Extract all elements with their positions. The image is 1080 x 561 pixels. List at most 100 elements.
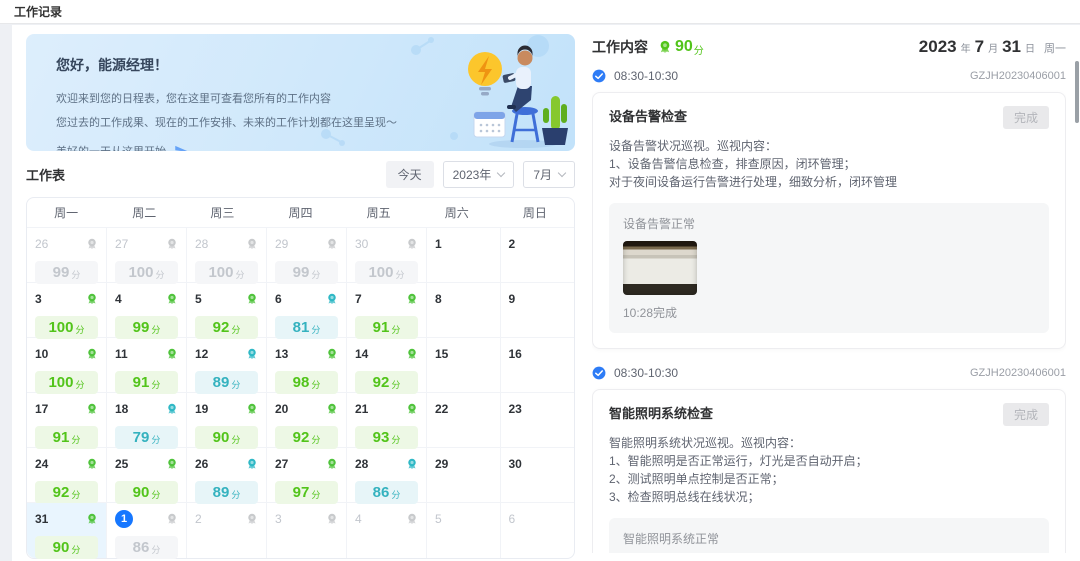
task-time: 08:30-10:30	[614, 366, 678, 380]
calendar-day-cell[interactable]: 30	[501, 448, 575, 503]
date-day-label: 日	[1025, 40, 1035, 55]
date-day: 31	[1002, 37, 1021, 57]
calendar-day-cell[interactable]: 17 91分	[27, 393, 107, 448]
calendar-day-cell[interactable]: 16	[501, 338, 575, 393]
calendar-day-cell[interactable]: 22	[427, 393, 501, 448]
day-number: 4	[115, 292, 122, 306]
day-number: 26	[195, 457, 208, 471]
medal-icon	[86, 293, 98, 305]
calendar-day-cell[interactable]: 14 92分	[347, 338, 427, 393]
score-badge: 97分	[275, 481, 338, 504]
month-select[interactable]: 7月	[523, 161, 575, 188]
task-result-box: 设备告警正常10:28完成	[609, 203, 1049, 333]
medal-icon	[86, 238, 98, 250]
scrollbar-thumb[interactable]	[1075, 61, 1079, 123]
description-line: 1、设备告警信息检查，排查原因，闭环管理；	[609, 155, 1049, 173]
medal-icon	[326, 293, 338, 305]
score-value: 98	[293, 374, 310, 391]
calendar-day-cell[interactable]: 3 100分	[27, 283, 107, 338]
medal-icon	[326, 238, 338, 250]
day-number: 20	[275, 402, 288, 416]
task-description: 智能照明系统状况巡视。巡视内容：1、智能照明是否正常运行，灯光是否自动开启；2、…	[609, 434, 1049, 506]
medal-icon	[86, 403, 98, 415]
day-number: 1	[435, 237, 442, 251]
score-badge: 90分	[115, 481, 178, 504]
score-badge: 99分	[35, 261, 98, 284]
medal-icon	[166, 238, 178, 250]
medal-icon	[326, 458, 338, 470]
result-photo-thumbnail[interactable]	[623, 241, 697, 295]
calendar-day-cell[interactable]: 6	[501, 503, 575, 558]
weekday-label: 周三	[183, 204, 261, 221]
calendar-day-cell[interactable]: 29	[427, 448, 501, 503]
calendar-day-cell[interactable]: 4	[347, 503, 427, 558]
day-number: 29	[275, 237, 288, 251]
calendar-day-cell[interactable]: 23	[501, 393, 575, 448]
medal-icon	[326, 348, 338, 360]
calendar-day-cell[interactable]: 1	[427, 228, 501, 283]
result-label: 设备告警正常	[623, 215, 1035, 232]
task-list: 08:30-10:30GZJH20230406001设备告警检查完成设备告警状况…	[592, 69, 1066, 553]
calendar-day-cell[interactable]: 5	[427, 503, 501, 558]
calendar-day-cell[interactable]: 29 99分	[267, 228, 347, 283]
score-suffix: 分	[76, 323, 85, 336]
score-value: 99	[133, 319, 150, 336]
medal-icon	[406, 513, 418, 525]
calendar-day-cell[interactable]: 15	[427, 338, 501, 393]
calendar-day-cell[interactable]: 26 89分	[187, 448, 267, 503]
calendar-day-cell[interactable]: 5 92分	[187, 283, 267, 338]
status-badge: 完成	[1003, 403, 1049, 426]
calendar-day-cell[interactable]: 7 91分	[347, 283, 427, 338]
today-button[interactable]: 今天	[386, 161, 434, 188]
calendar-day-cell[interactable]: 10 100分	[27, 338, 107, 393]
calendar-day-cell[interactable]: 6 81分	[267, 283, 347, 338]
score-badge: 100分	[35, 371, 98, 394]
score-suffix: 分	[231, 433, 240, 446]
calendar-day-cell[interactable]: 19 90分	[187, 393, 267, 448]
banner-line1: 欢迎来到您的日程表，您在这里可查看您所有的工作内容	[56, 90, 575, 106]
day-number: 21	[355, 402, 368, 416]
date-year: 2023	[919, 37, 957, 57]
score-badge: 92分	[35, 481, 98, 504]
calendar-day-cell[interactable]: 18 79分	[107, 393, 187, 448]
score-suffix: 分	[151, 378, 160, 391]
calendar-day-cell[interactable]: 27 97分	[267, 448, 347, 503]
task-card[interactable]: 设备告警检查完成设备告警状况巡视。巡视内容：1、设备告警信息检查，排查原因，闭环…	[592, 92, 1066, 349]
calendar-day-cell[interactable]: 11 91分	[107, 338, 187, 393]
calendar-day-cell[interactable]: 21 93分	[347, 393, 427, 448]
calendar-day-cell[interactable]: 27 100分	[107, 228, 187, 283]
calendar-weekday-row: 周一周二周三周四周五周六周日	[27, 198, 574, 228]
day-score: 90 分	[658, 38, 704, 57]
calendar-day-cell[interactable]: 28 86分	[347, 448, 427, 503]
calendar-day-cell[interactable]: 24 92分	[27, 448, 107, 503]
paper-plane-icon	[174, 144, 189, 152]
calendar-day-cell[interactable]: 2	[501, 228, 575, 283]
medal-icon	[246, 348, 258, 360]
calendar-day-cell[interactable]: 13 98分	[267, 338, 347, 393]
day-number: 3	[35, 292, 42, 306]
calendar-day-cell[interactable]: 31 90分	[27, 503, 107, 558]
calendar-day-cell[interactable]: 12 89分	[187, 338, 267, 393]
calendar-day-cell[interactable]: 25 90分	[107, 448, 187, 503]
score-badge: 79分	[115, 426, 178, 449]
task-card[interactable]: 智能照明系统检查完成智能照明系统状况巡视。巡视内容：1、智能照明是否正常运行，灯…	[592, 389, 1066, 553]
check-circle-icon	[592, 69, 606, 83]
calendar-day-cell[interactable]: 3	[267, 503, 347, 558]
calendar-day-cell[interactable]: 28 100分	[187, 228, 267, 283]
medal-icon	[166, 458, 178, 470]
calendar-day-cell[interactable]: 4 99分	[107, 283, 187, 338]
medal-icon	[166, 348, 178, 360]
calendar-day-cell[interactable]: 9	[501, 283, 575, 338]
score-badge: 99分	[275, 261, 338, 284]
day-number: 14	[355, 347, 368, 361]
calendar-day-cell[interactable]: 2	[187, 503, 267, 558]
calendar-day-cell[interactable]: 20 92分	[267, 393, 347, 448]
day-number: 26	[35, 237, 48, 251]
score-badge: 93分	[355, 426, 418, 449]
calendar-day-cell[interactable]: 1 86分	[107, 503, 187, 558]
calendar-day-cell[interactable]: 30 100分	[347, 228, 427, 283]
calendar-day-cell[interactable]: 8	[427, 283, 501, 338]
year-select[interactable]: 2023年	[443, 161, 515, 188]
score-value: 100	[208, 264, 233, 281]
calendar-day-cell[interactable]: 26 99分	[27, 228, 107, 283]
